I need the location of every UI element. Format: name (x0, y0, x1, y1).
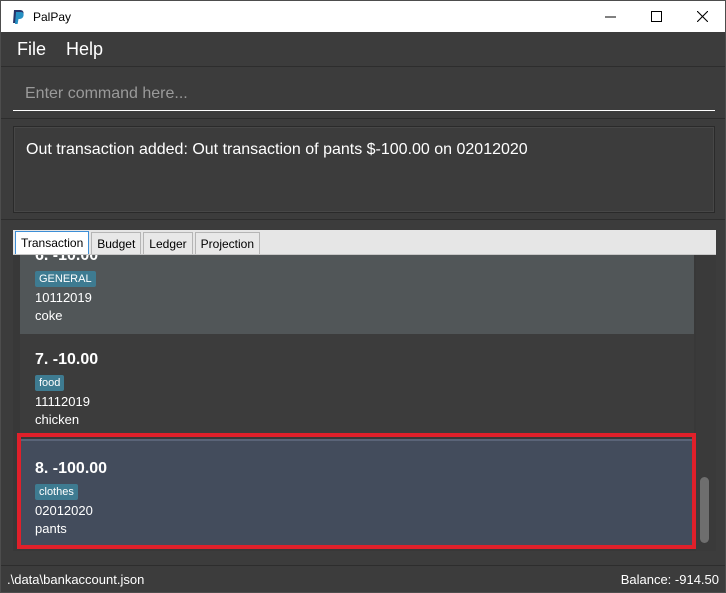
category-tag: clothes (35, 484, 78, 500)
transaction-card[interactable]: 6. -10.00 GENERAL 10112019 coke (20, 255, 694, 334)
tab-transaction[interactable]: Transaction (15, 231, 90, 254)
transaction-list[interactable]: 6. -10.00 GENERAL 10112019 coke 7. -10.0… (13, 255, 716, 551)
tab-budget[interactable]: Budget (91, 232, 142, 254)
tab-bar: Transaction Budget Ledger Projection (13, 230, 716, 255)
tab-projection[interactable]: Projection (194, 232, 261, 254)
menu-help[interactable]: Help (58, 39, 111, 60)
category-tag: GENERAL (35, 271, 96, 287)
menu-file[interactable]: File (9, 39, 54, 60)
transaction-header: 8. -100.00 (35, 460, 108, 477)
data-file-path: .\data\bankaccount.json (7, 571, 145, 587)
status-bar: .\data\bankaccount.json Balance: -914.50 (1, 565, 725, 592)
minimize-button[interactable] (587, 1, 633, 32)
category-tag: food (35, 375, 65, 391)
transaction-description: chicken (35, 412, 80, 427)
maximize-icon (650, 11, 662, 22)
tab-ledger[interactable]: Ledger (143, 232, 193, 254)
transaction-description: coke (35, 308, 63, 323)
transaction-description: pants (35, 521, 67, 536)
close-icon (696, 11, 708, 22)
paypal-icon (13, 9, 24, 24)
window-title: PalPay (33, 9, 72, 24)
close-button[interactable] (679, 1, 725, 32)
scrollbar-thumb[interactable] (700, 477, 709, 543)
transaction-date: 10112019 (35, 290, 92, 305)
balance-display: Balance: -914.50 (620, 571, 719, 587)
window-controls (587, 1, 725, 32)
app-window: PalPay File Help Out transaction added: … (0, 0, 726, 593)
command-box (1, 67, 725, 119)
maximize-button[interactable] (633, 1, 679, 32)
result-panel: Out transaction added: Out transaction o… (1, 120, 725, 220)
transaction-date: 02012020 (35, 503, 93, 518)
result-display: Out transaction added: Out transaction o… (13, 126, 715, 213)
title-bar: PalPay (1, 1, 725, 32)
transaction-card[interactable]: 7. -10.00 food 11112019 chicken (20, 334, 694, 433)
transaction-header: 6. -10.00 (35, 255, 99, 264)
transaction-header: 7. -10.00 (35, 351, 99, 368)
command-input[interactable] (13, 77, 715, 111)
transaction-date: 11112019 (35, 394, 90, 409)
minimize-icon (604, 16, 616, 18)
transaction-card-selected[interactable]: 8. -100.00 clothes 02012020 pants (20, 439, 694, 547)
menu-bar: File Help (1, 32, 725, 67)
list-scrollbar[interactable] (696, 255, 716, 551)
